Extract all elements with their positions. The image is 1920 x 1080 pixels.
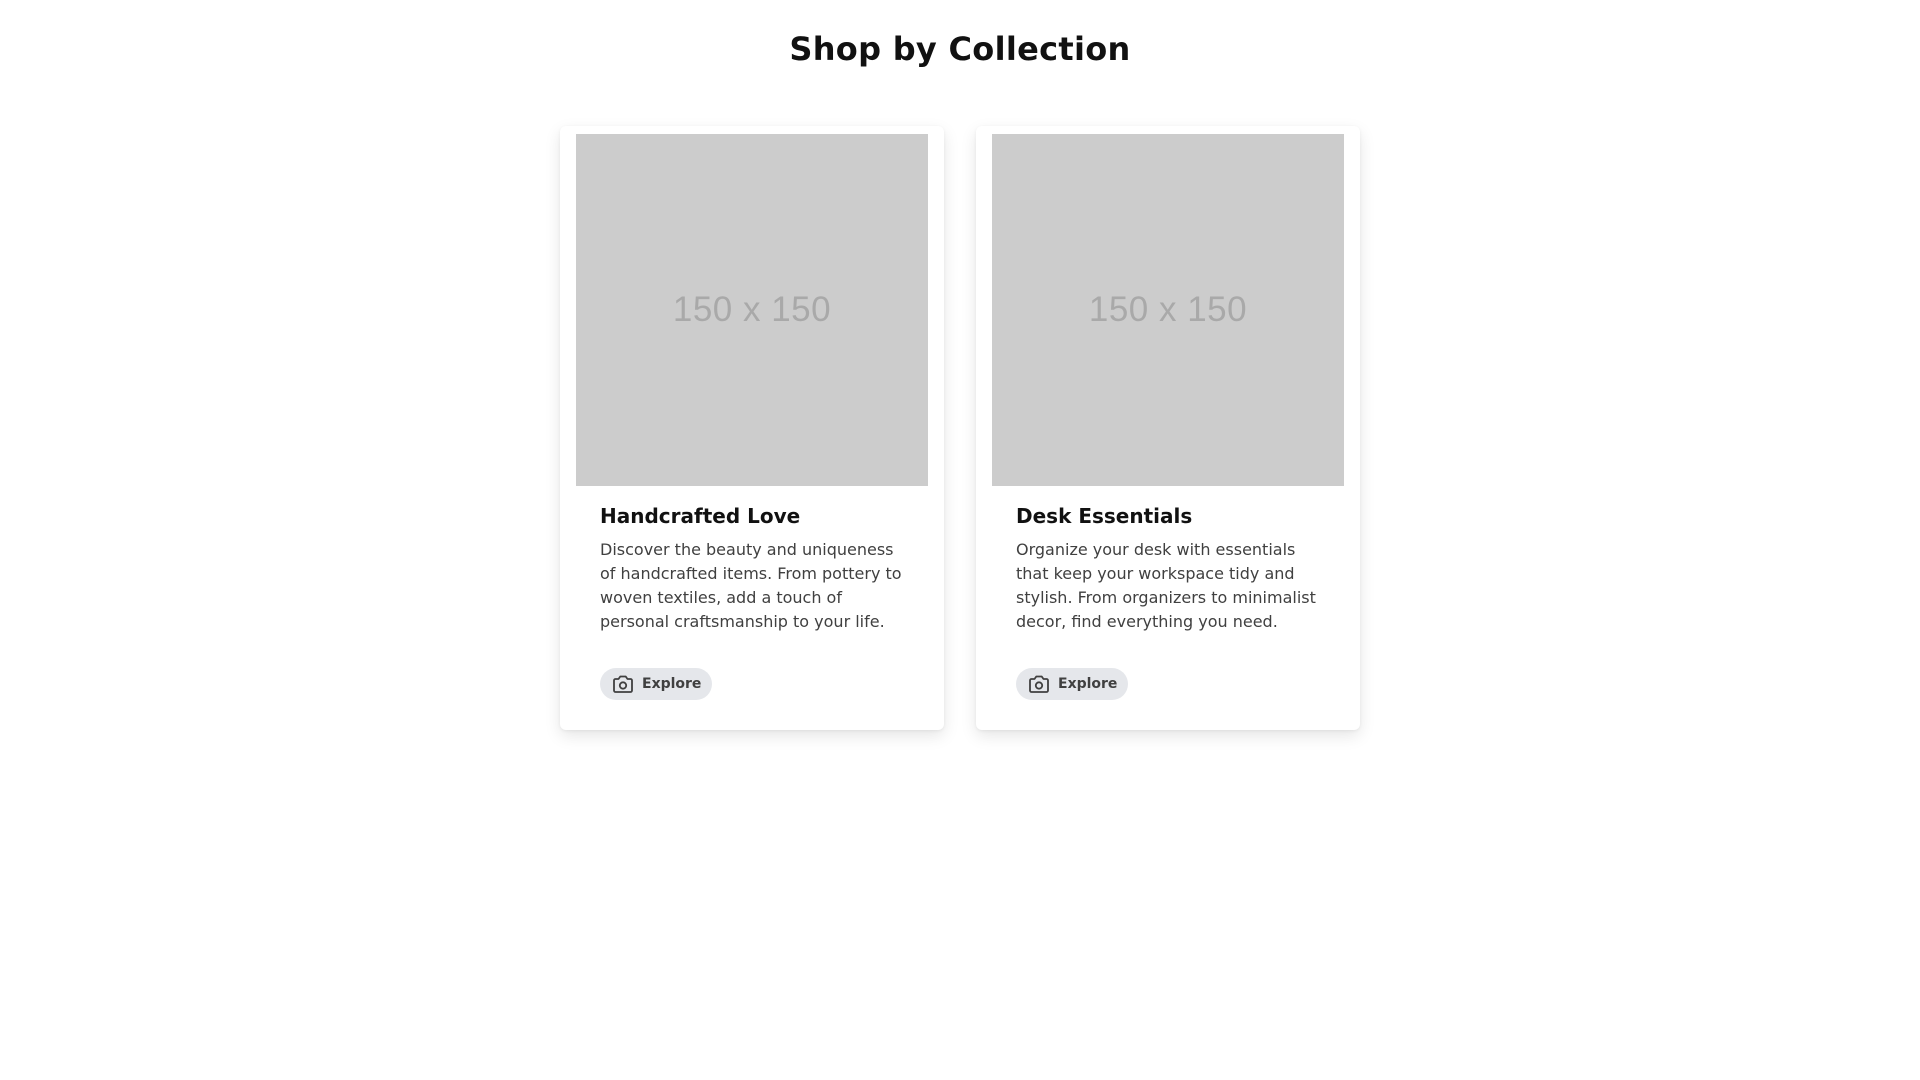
collection-card: 150 x 150 Handcrafted Love Discover the … — [560, 126, 944, 730]
explore-button-label: Explore — [1058, 676, 1118, 692]
collection-description: Organize your desk with essentials that … — [1016, 540, 1316, 631]
image-placeholder-label: 150 x 150 — [672, 290, 832, 329]
explore-button-label: Explore — [642, 676, 702, 692]
camera-icon — [1028, 674, 1050, 694]
collection-image: 150 x 150 — [576, 134, 928, 486]
page-title: Shop by Collection — [789, 30, 1131, 68]
collection-card: 150 x 150 Desk Essentials Organize your … — [976, 126, 1360, 730]
collection-description: Discover the beauty and uniqueness of ha… — [600, 540, 902, 631]
image-placeholder-label: 150 x 150 — [1088, 290, 1248, 329]
camera-icon — [612, 674, 634, 694]
explore-button[interactable]: Explore — [1016, 668, 1129, 700]
card-body: Desk Essentials Organize your desk with … — [1016, 502, 1328, 634]
page: Shop by Collection 150 x 150 Handcrafted… — [0, 0, 1920, 1080]
card-body: Handcrafted Love Discover the beauty and… — [600, 502, 912, 634]
collection-grid: 150 x 150 Handcrafted Love Discover the … — [560, 126, 1360, 730]
collection-title: Desk Essentials — [1016, 504, 1193, 528]
collection-image: 150 x 150 — [992, 134, 1344, 486]
collection-title: Handcrafted Love — [600, 504, 801, 528]
explore-button[interactable]: Explore — [600, 668, 713, 700]
